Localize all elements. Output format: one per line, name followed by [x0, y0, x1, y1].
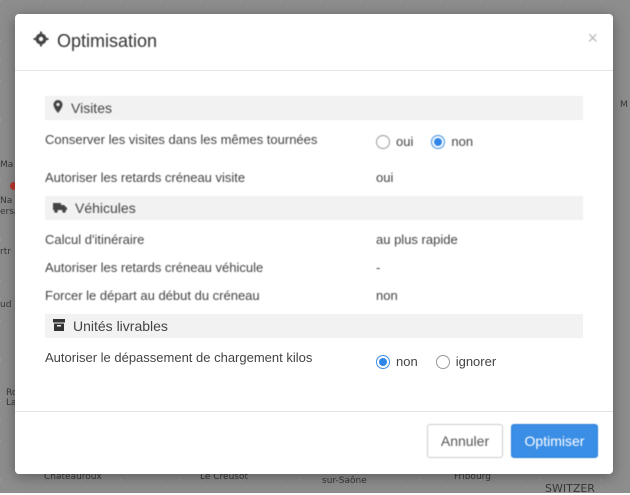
box-icon [53, 318, 65, 334]
setting-row: Autoriser les retards créneau visite oui [45, 162, 583, 190]
setting-label: Conserver les visites dans les mêmes tou… [45, 132, 318, 147]
map-marker-icon [53, 100, 63, 116]
radio-label: oui [396, 134, 414, 149]
setting-label: Calcul d'itinéraire [45, 232, 145, 247]
optimise-button[interactable]: Optimiser [511, 424, 598, 458]
setting-value: oui [376, 170, 394, 185]
setting-row: Calcul d'itinéraire au plus rapide [45, 224, 583, 252]
close-icon[interactable]: × [587, 28, 598, 49]
section-title: Unités livrables [73, 318, 168, 334]
map-label: sur-Saône [322, 476, 367, 486]
map-label: M [620, 100, 628, 110]
section-visites: Visites [45, 96, 583, 120]
modal-title-text: Optimisation [57, 31, 158, 51]
setting-label: Autoriser les retards créneau véhicule [45, 260, 264, 275]
setting-row: Autoriser les retards créneau véhicule - [45, 252, 583, 280]
radio-label: ignorer [455, 354, 497, 369]
gear-icon [33, 31, 49, 52]
modal-title: Optimisation [33, 31, 157, 52]
map-label: ud [0, 300, 12, 310]
map-label: rtr [0, 247, 11, 257]
modal-header: Optimisation × [15, 14, 613, 71]
setting-row: Autoriser le dépassement de chargement k… [45, 344, 583, 378]
map-label: Ma [0, 160, 14, 170]
setting-value: non [376, 288, 398, 303]
modal-body: Visites Conserver les visites dans les m… [45, 96, 583, 378]
radio-ignorer[interactable] [435, 354, 450, 369]
radio-non[interactable] [376, 354, 390, 369]
truck-icon [53, 200, 67, 216]
setting-label: Autoriser les retards créneau visite [45, 170, 246, 185]
setting-row: Conserver les visites dans les mêmes tou… [45, 128, 583, 156]
radio-label: non [451, 134, 474, 149]
optimisation-modal: Optimisation × Visites Conserver les vis… [15, 14, 613, 474]
section-title: Visites [71, 100, 112, 116]
setting-label: Autoriser le dépassement de chargement k… [45, 350, 313, 365]
radio-non[interactable] [431, 134, 446, 149]
setting-label: Forcer le départ au début du créneau [45, 288, 260, 303]
section-title: Véhicules [75, 200, 136, 216]
radio-label: non [396, 354, 418, 369]
map-label: SWITZER [545, 482, 595, 495]
section-unites-livrables: Unités livrables [45, 314, 583, 338]
modal-footer: Annuler Optimiser [15, 411, 613, 474]
setting-value: au plus rapide [376, 232, 458, 247]
section-vehicules: Véhicules [45, 196, 583, 220]
radio-oui[interactable] [376, 134, 390, 149]
map-label: Na [0, 196, 13, 206]
setting-value: - [376, 260, 381, 275]
cancel-button[interactable]: Annuler [427, 424, 503, 458]
setting-row: Forcer le départ au début du créneau non [45, 280, 583, 308]
